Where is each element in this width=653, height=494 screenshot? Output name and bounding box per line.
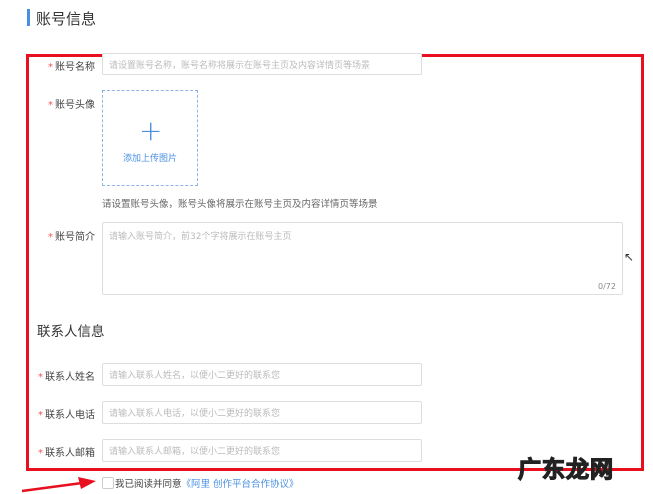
- contact-email-label: * 联系人邮箱: [38, 448, 95, 459]
- contact-phone-input[interactable]: 请输入联系人电话，以便小二更好的联系您: [102, 401, 422, 424]
- contact-name-label: * 联系人姓名: [38, 372, 95, 383]
- red-arrow-icon: [21, 477, 96, 493]
- upload-label: 添加上传图片: [122, 154, 177, 164]
- contact-phone-label: * 联系人电话: [38, 410, 95, 421]
- cursor-icon: ↖: [624, 250, 635, 264]
- avatar-label: * 账号头像: [48, 100, 95, 111]
- agreement-text: 我已阅读并同意: [115, 479, 182, 490]
- account-name-input[interactable]: 请设置账号名称，账号名称将展示在账号主页及内容详情页等场景: [102, 53, 422, 75]
- account-name-label: * 账号名称: [48, 62, 95, 73]
- watermark: 广东龙网: [517, 456, 614, 483]
- agreement-checkbox[interactable]: [102, 477, 114, 489]
- section-title-contact: 联系人信息: [37, 324, 105, 340]
- section-title-account: 账号信息: [36, 10, 97, 28]
- agreement-row: 我已阅读并同意《阿里 创作平台合作协议》: [115, 476, 299, 490]
- intro-counter: 0/72: [598, 282, 616, 291]
- intro-label: * 账号简介: [48, 232, 95, 243]
- contact-email-input[interactable]: 请输入联系人邮箱，以便小二更好的联系您: [102, 439, 422, 462]
- plus-icon: +: [139, 114, 163, 147]
- intro-textarea[interactable]: 请输入账号简介，前32个字将展示在账号主页: [102, 222, 623, 295]
- avatar-hint: 请设置账号头像，账号头像将展示在账号主页及内容详情页等场景: [102, 199, 378, 210]
- section-accent-bar: [27, 9, 30, 26]
- agreement-link[interactable]: 《阿里 创作平台合作协议》: [182, 479, 299, 490]
- avatar-upload-button[interactable]: + 添加上传图片: [102, 90, 198, 186]
- contact-name-input[interactable]: 请输入联系人姓名，以便小二更好的联系您: [102, 363, 422, 386]
